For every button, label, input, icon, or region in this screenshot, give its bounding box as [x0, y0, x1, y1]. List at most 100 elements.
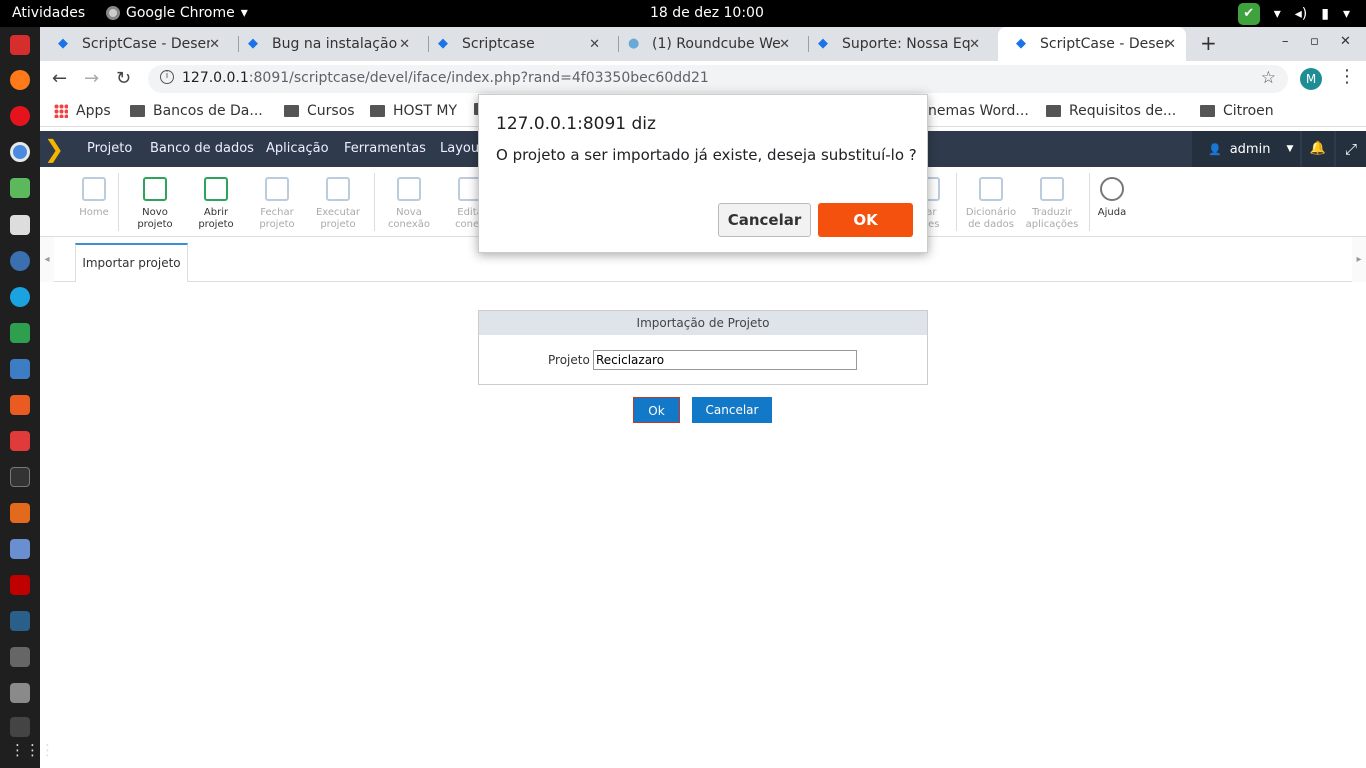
bookmark-label: Bancos de Da...: [153, 103, 263, 119]
address-bar[interactable]: i 127.0.0.1:8091/scriptcase/devel/iface/…: [148, 65, 1288, 93]
new-project-button[interactable]: Novo projeto: [125, 177, 185, 231]
dialog-cancel-button[interactable]: Cancelar: [718, 203, 811, 237]
mysql-workbench-icon[interactable]: [10, 611, 30, 631]
clock[interactable]: 18 de dez 10:00: [650, 5, 764, 21]
panel-title: Importação de Projeto: [479, 311, 927, 335]
bookmark-folder[interactable]: nemas Word...: [928, 103, 1029, 119]
home-button[interactable]: Home: [64, 177, 124, 219]
document-icon[interactable]: [10, 359, 30, 379]
close-icon[interactable]: ✕: [209, 37, 220, 52]
bookmark-apps[interactable]: Apps: [54, 103, 111, 119]
skype-icon[interactable]: [10, 287, 30, 307]
app-icon[interactable]: [10, 647, 30, 667]
menu-banco-de-dados[interactable]: Banco de dados: [150, 141, 254, 156]
close-icon[interactable]: ✕: [969, 37, 980, 52]
project-name-input[interactable]: [593, 350, 857, 370]
ok-button[interactable]: Ok: [633, 397, 680, 423]
tab-label: Scriptcase: [462, 36, 535, 52]
files-icon[interactable]: [10, 215, 30, 235]
bookmark-folder[interactable]: HOST MY: [370, 103, 457, 119]
menu-aplicacao[interactable]: Aplicação: [266, 141, 329, 156]
network-icon[interactable]: [10, 251, 30, 271]
dock: ⋮⋮⋮: [0, 27, 55, 768]
update-icon[interactable]: ✔: [1237, 3, 1260, 25]
forward-icon[interactable]: →: [84, 68, 99, 89]
scriptcase-icon: ◆: [818, 36, 828, 51]
close-icon[interactable]: ✕: [1165, 37, 1176, 52]
apps-icon: [54, 104, 68, 118]
anydesk-icon[interactable]: [10, 431, 30, 451]
folder-open-icon: [204, 177, 228, 201]
tab-label: (1) Roundcube Webmail: [652, 36, 780, 52]
bell-icon[interactable]: 🔔: [1302, 131, 1334, 167]
home-icon: [82, 177, 106, 201]
dialog-ok-button[interactable]: OK: [818, 203, 913, 237]
system-tray[interactable]: ✔ ▾ ◂) ▮ ▾: [1237, 3, 1350, 25]
scroll-left-icon[interactable]: ◂: [40, 237, 54, 282]
tools-icon[interactable]: [10, 178, 30, 198]
bookmark-folder[interactable]: Requisitos de...: [1046, 103, 1176, 119]
new-connection-button[interactable]: Nova conexão: [379, 177, 439, 231]
browser-menu-icon[interactable]: ⋮: [1338, 66, 1356, 87]
back-icon[interactable]: ←: [52, 68, 67, 89]
plus-icon: [143, 177, 167, 201]
minimize-icon[interactable]: –: [1282, 34, 1289, 49]
user-menu[interactable]: 👤 admin ▼: [1192, 131, 1300, 167]
fullscreen-icon[interactable]: ⤢: [1336, 131, 1366, 167]
database-icon[interactable]: [10, 683, 30, 703]
show-apps-icon[interactable]: ⋮⋮⋮: [10, 741, 55, 761]
url-host: 127.0.0.1: [182, 70, 249, 86]
vivaldi-icon[interactable]: [10, 35, 30, 55]
chrome-icon: [106, 6, 120, 20]
run-project-button[interactable]: Executar projeto: [308, 177, 368, 231]
terminal-icon[interactable]: [10, 467, 30, 487]
translate-apps-button[interactable]: Traduzir aplicações: [1022, 177, 1082, 231]
browser-tab[interactable]: ● (1) Roundcube Webmail ✕: [610, 27, 800, 61]
app-icon[interactable]: [10, 503, 30, 523]
roundcube-icon: ●: [628, 36, 640, 51]
spreadsheet-icon[interactable]: [10, 323, 30, 343]
chrome-icon[interactable]: [10, 142, 30, 162]
menu-projeto[interactable]: Projeto: [87, 141, 132, 156]
site-info-icon[interactable]: i: [160, 70, 174, 84]
user-icon: 👤: [1208, 142, 1222, 156]
browser-tab[interactable]: ◆ Suporte: Nossa Equipe ✕: [800, 27, 990, 61]
browser-tab[interactable]: ◆ ScriptCase - Desenv ✕: [40, 27, 230, 61]
close-icon[interactable]: ✕: [399, 37, 410, 52]
filezilla-icon[interactable]: [10, 575, 30, 595]
reload-icon[interactable]: ↻: [116, 68, 131, 89]
software-center-icon[interactable]: [10, 395, 30, 415]
firefox-icon[interactable]: [10, 70, 30, 90]
bookmark-folder[interactable]: Citroen: [1200, 103, 1274, 119]
remote-icon[interactable]: [10, 539, 30, 559]
data-dictionary-button[interactable]: Dicionário de dados: [961, 177, 1021, 231]
bookmark-folder[interactable]: Bancos de Da...: [130, 103, 263, 119]
tab-label: Bug na instalação do: [272, 36, 400, 52]
bookmark-folder[interactable]: Cursos: [284, 103, 355, 119]
scriptcase-icon: ◆: [438, 36, 448, 51]
folder-icon: [1200, 105, 1215, 117]
window-close-icon[interactable]: ✕: [1340, 34, 1351, 49]
maximize-icon[interactable]: ▫: [1310, 34, 1319, 49]
menu-ferramentas[interactable]: Ferramentas: [344, 141, 426, 156]
scriptcase-logo: ❯: [44, 135, 65, 163]
screen-icon[interactable]: [10, 717, 30, 737]
browser-tab[interactable]: ◆ Bug na instalação do ✕: [230, 27, 420, 61]
browser-tab-active[interactable]: ◆ ScriptCase - Desenv ✕: [998, 27, 1186, 61]
app-menu[interactable]: Google Chrome ▾: [106, 5, 248, 21]
open-project-button[interactable]: Abrir projeto: [186, 177, 246, 231]
opera-icon[interactable]: [10, 106, 30, 126]
activities-button[interactable]: Atividades: [12, 5, 85, 21]
close-project-button[interactable]: Fechar projeto: [247, 177, 307, 231]
battery-icon: ▮: [1321, 6, 1329, 22]
browser-tab[interactable]: ◆ Scriptcase ✕: [420, 27, 610, 61]
close-icon[interactable]: ✕: [779, 37, 790, 52]
bookmark-star-icon[interactable]: ☆: [1261, 68, 1276, 88]
tab-importar-projeto[interactable]: Importar projeto: [75, 243, 188, 282]
profile-avatar[interactable]: M: [1300, 68, 1322, 90]
help-button[interactable]: Ajuda: [1082, 177, 1142, 219]
cancel-button[interactable]: Cancelar: [692, 397, 772, 423]
scroll-right-icon[interactable]: ▸: [1352, 237, 1366, 282]
new-tab-button[interactable]: +: [1200, 31, 1217, 55]
close-icon[interactable]: ✕: [589, 37, 600, 52]
